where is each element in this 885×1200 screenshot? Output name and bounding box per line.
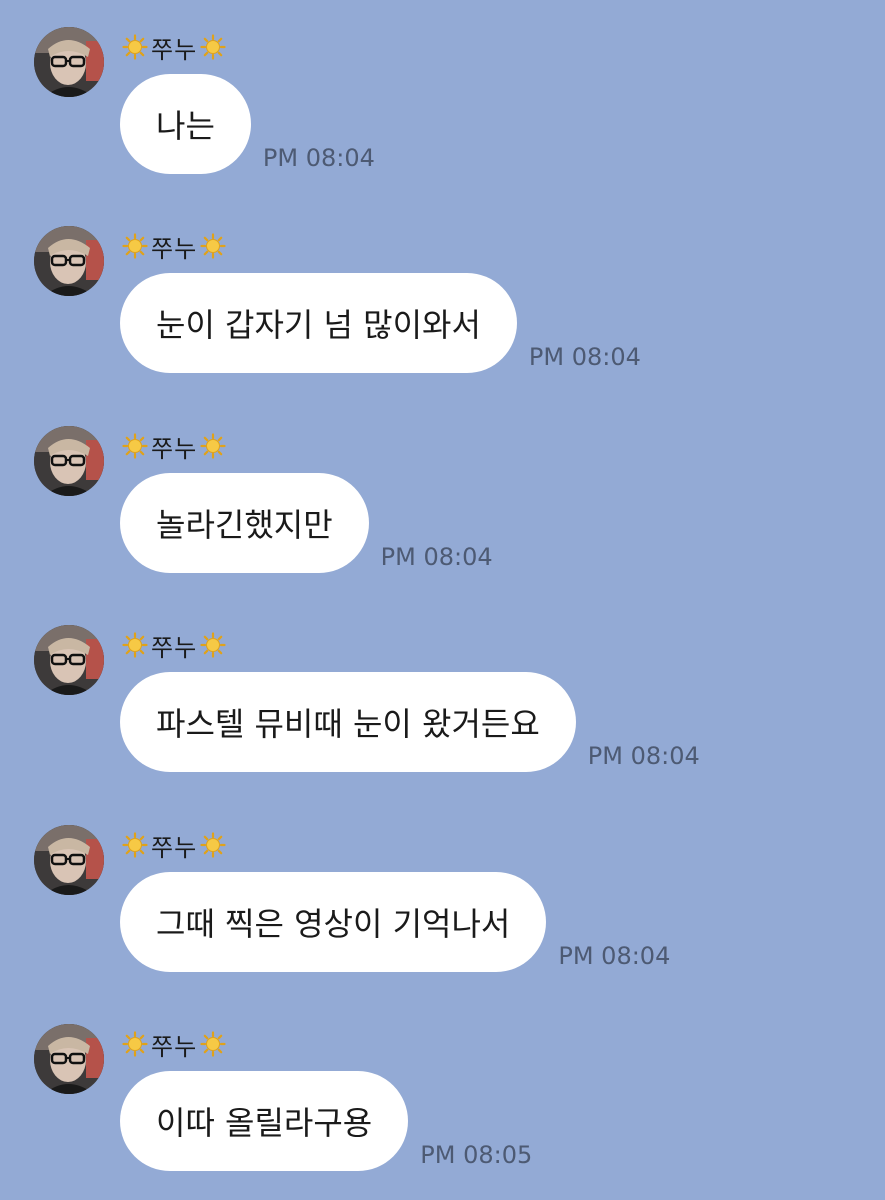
avatar[interactable] xyxy=(34,1024,104,1094)
avatar[interactable] xyxy=(34,825,104,895)
message-bubble[interactable]: 나는 xyxy=(120,74,251,174)
message-bubble[interactable]: 이따 올릴라구용 xyxy=(120,1071,409,1171)
sender-name: 쭈누 xyxy=(151,1032,198,1061)
message-timestamp: PM 08:04 xyxy=(380,543,493,571)
message-bubble[interactable]: 놀라긴했지만 xyxy=(120,473,369,573)
bubble-row: 놀라긴했지만 PM 08:04 xyxy=(120,473,493,573)
sender-name-row: 쭈누 xyxy=(122,830,226,862)
sun-emoji-icon xyxy=(122,832,148,858)
sender-name: 쭈누 xyxy=(151,35,198,64)
avatar[interactable] xyxy=(34,625,104,695)
message-item: 쭈누 놀라긴했지만 PM 08:04 xyxy=(0,426,885,586)
sun-emoji-icon xyxy=(122,632,148,658)
bubble-row: 그때 찍은 영상이 기억나서 PM 08:04 xyxy=(120,872,670,972)
sender-name-row: 쭈누 xyxy=(122,32,226,64)
bubble-row: 파스텔 뮤비때 눈이 왔거든요 PM 08:04 xyxy=(120,672,700,772)
sun-emoji-icon xyxy=(200,632,226,658)
message-item: 쭈누 이따 올릴라구용 PM 08:05 xyxy=(0,1024,885,1184)
message-item: 쭈누 파스텔 뮤비때 눈이 왔거든요 PM 08:04 xyxy=(0,625,885,785)
message-item: 쭈누 나는 PM 08:04 xyxy=(0,27,885,187)
chat-area[interactable]: 쭈누 나는 PM 08:04 쭈누 눈이 갑자기 넘 많이와서 PM 08:04… xyxy=(0,0,885,1200)
bubble-row: 나는 PM 08:04 xyxy=(120,74,375,174)
message-item: 쭈누 그때 찍은 영상이 기억나서 PM 08:04 xyxy=(0,825,885,985)
message-timestamp: PM 08:04 xyxy=(528,343,641,371)
message-item: 쭈누 눈이 갑자기 넘 많이와서 PM 08:04 xyxy=(0,226,885,386)
sun-emoji-icon xyxy=(200,34,226,60)
sun-emoji-icon xyxy=(200,832,226,858)
sun-emoji-icon xyxy=(122,34,148,60)
avatar[interactable] xyxy=(34,426,104,496)
bubble-row: 눈이 갑자기 넘 많이와서 PM 08:04 xyxy=(120,273,641,373)
message-bubble[interactable]: 파스텔 뮤비때 눈이 왔거든요 xyxy=(120,672,576,772)
sun-emoji-icon xyxy=(122,233,148,259)
message-timestamp: PM 08:04 xyxy=(587,742,700,770)
sender-name: 쭈누 xyxy=(151,833,198,862)
sun-emoji-icon xyxy=(122,433,148,459)
message-bubble[interactable]: 눈이 갑자기 넘 많이와서 xyxy=(120,273,517,373)
sun-emoji-icon xyxy=(122,1031,148,1057)
sender-name: 쭈누 xyxy=(151,434,198,463)
sun-emoji-icon xyxy=(200,233,226,259)
sender-name-row: 쭈누 xyxy=(122,231,226,263)
message-bubble[interactable]: 그때 찍은 영상이 기억나서 xyxy=(120,872,547,972)
message-timestamp: PM 08:04 xyxy=(558,942,671,970)
sender-name-row: 쭈누 xyxy=(122,1029,226,1061)
sender-name-row: 쭈누 xyxy=(122,431,226,463)
avatar[interactable] xyxy=(34,27,104,97)
sender-name: 쭈누 xyxy=(151,633,198,662)
message-timestamp: PM 08:05 xyxy=(420,1141,533,1169)
sender-name: 쭈누 xyxy=(151,234,198,263)
sun-emoji-icon xyxy=(200,433,226,459)
sender-name-row: 쭈누 xyxy=(122,630,226,662)
bubble-row: 이따 올릴라구용 PM 08:05 xyxy=(120,1071,532,1171)
sun-emoji-icon xyxy=(200,1031,226,1057)
message-timestamp: PM 08:04 xyxy=(262,144,375,172)
avatar[interactable] xyxy=(34,226,104,296)
